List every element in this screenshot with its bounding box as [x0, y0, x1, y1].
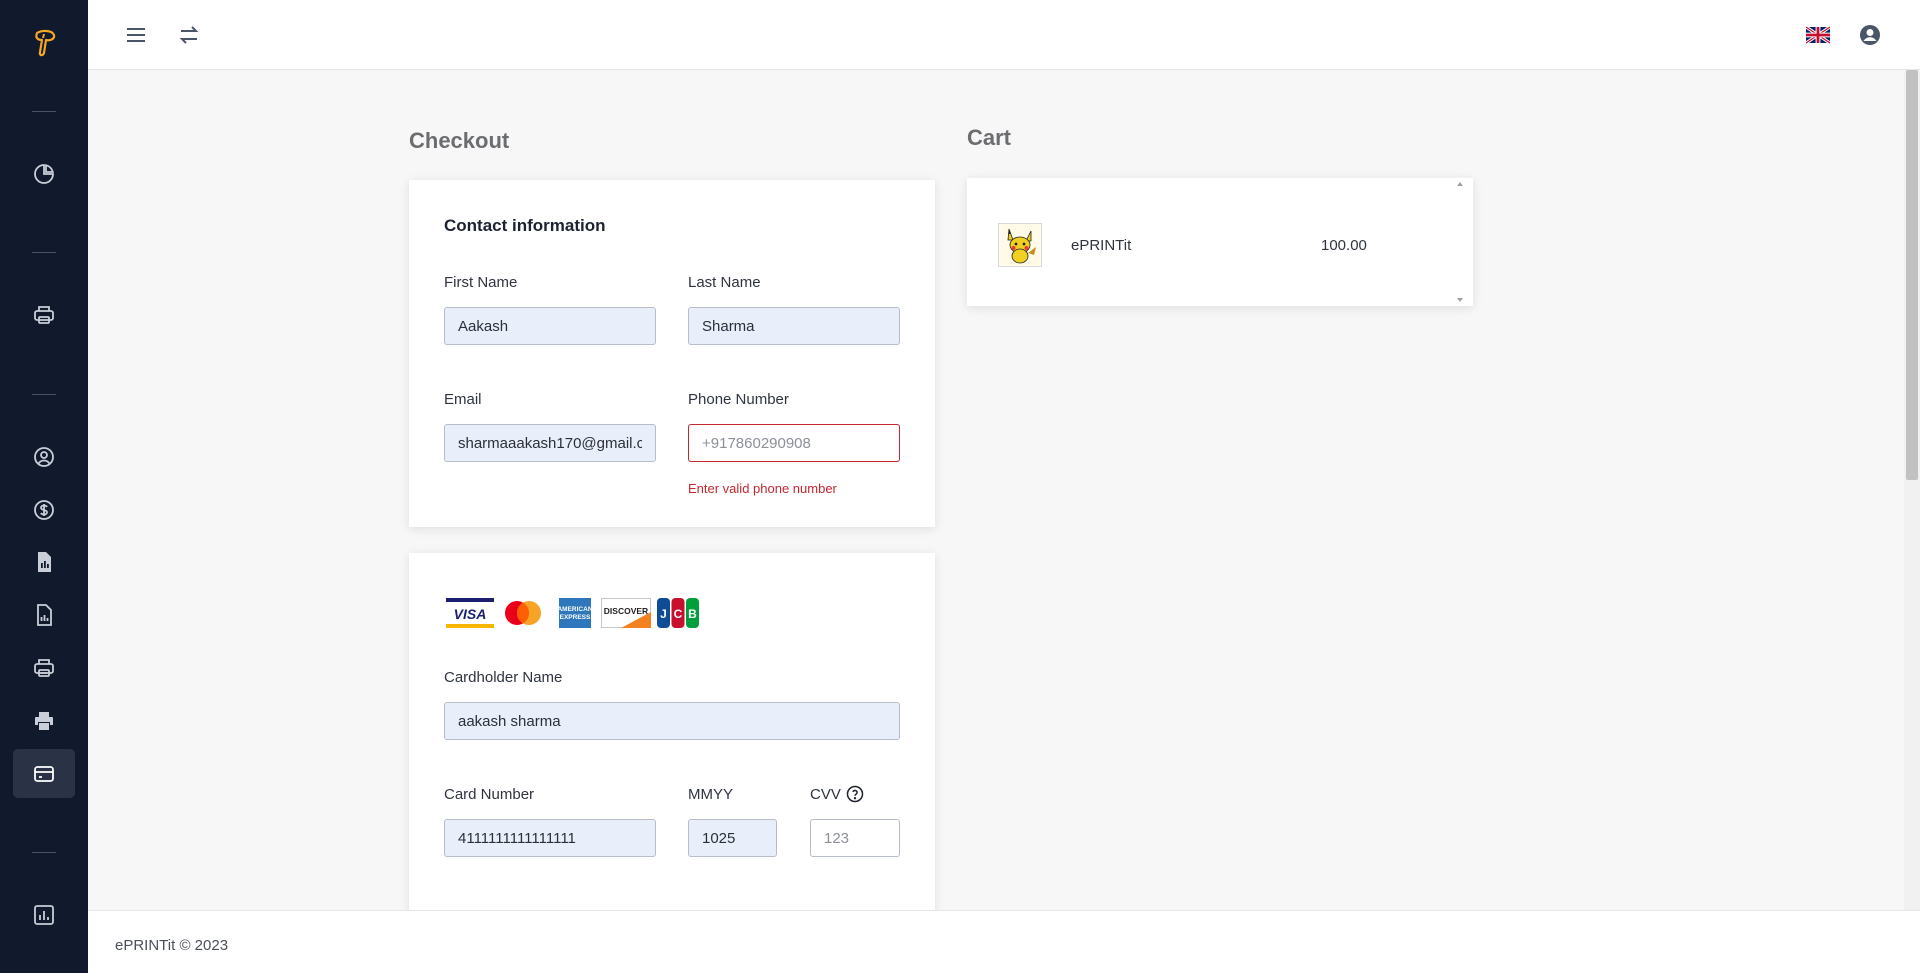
jcb-logo: J C B [656, 597, 700, 629]
hamburger-icon[interactable] [121, 20, 151, 50]
email-label: Email [444, 391, 482, 408]
card-number-input[interactable] [444, 819, 656, 857]
sidebar-divider [32, 252, 56, 253]
question-circle-icon[interactable] [846, 785, 864, 803]
sidebar-divider [32, 852, 56, 853]
phone-input[interactable] [688, 424, 900, 462]
printer-icon[interactable] [26, 297, 62, 333]
credit-card-icon[interactable] [26, 756, 62, 792]
first-name-input[interactable] [444, 307, 656, 345]
checkout-title: Checkout [409, 128, 510, 153]
cart-item-price: 100.00 [1321, 237, 1367, 254]
sidebar [0, 0, 88, 973]
svg-text:AMERICAN: AMERICAN [559, 606, 591, 613]
svg-text:VISA: VISA [454, 606, 487, 622]
report-file-icon[interactable] [26, 544, 62, 580]
printer-filled-icon[interactable] [26, 703, 62, 739]
email-input[interactable] [444, 424, 656, 462]
amex-logo: AMERICAN EXPRESS [559, 597, 591, 629]
phone-label: Phone Number [688, 391, 789, 408]
svg-text:B: B [688, 607, 697, 621]
mastercard-logo [500, 597, 546, 629]
first-name-label: First Name [444, 274, 518, 291]
pie-chart-icon[interactable] [26, 156, 62, 192]
sidebar-divider [32, 111, 56, 112]
discover-logo: DISCOVER [601, 597, 651, 629]
footer: ePRINTit © 2023 [88, 910, 1920, 973]
cart-title: Cart [967, 125, 1012, 150]
cvv-input[interactable] [810, 819, 900, 857]
cart-item-name: ePRINTit [1071, 237, 1132, 254]
cart-card [967, 178, 1473, 306]
visa-logo: VISA [446, 597, 494, 629]
svg-text:EXPRESS: EXPRESS [560, 614, 591, 621]
swap-arrows-icon[interactable] [174, 20, 204, 50]
svg-text:J: J [660, 607, 667, 621]
page-scrollbar-thumb[interactable] [1906, 70, 1918, 480]
user-circle-icon[interactable] [26, 439, 62, 475]
bar-chart-icon[interactable] [26, 897, 62, 933]
mmyy-input[interactable] [688, 819, 777, 857]
cart-scrollbar[interactable] [1453, 178, 1467, 306]
eprintit-logo-icon[interactable] [28, 27, 60, 59]
last-name-input[interactable] [688, 307, 900, 345]
cvv-label: CVV [810, 786, 841, 803]
sidebar-divider [32, 394, 56, 395]
pikachu-thumbnail [998, 223, 1042, 267]
top-header [88, 0, 1920, 70]
dollar-circle-icon[interactable] [26, 492, 62, 528]
card-number-label: Card Number [444, 786, 535, 803]
printer-outline-icon[interactable] [26, 650, 62, 686]
chart-file-icon[interactable] [26, 597, 62, 633]
svg-text:C: C [674, 607, 683, 621]
uk-flag-icon[interactable] [1803, 20, 1833, 50]
last-name-label: Last Name [688, 274, 761, 291]
footer-copyright: ePRINTit © 2023 [115, 937, 229, 954]
account-icon[interactable] [1855, 20, 1885, 50]
phone-error-text: Enter valid phone number [688, 481, 837, 496]
cardholder-label: Cardholder Name [444, 669, 563, 686]
contact-card-title: Contact information [444, 216, 606, 235]
mmyy-label: MMYY [688, 786, 733, 803]
contact-card: Contact information First Name Last Name… [409, 180, 935, 527]
cardholder-input[interactable] [444, 702, 900, 740]
svg-text:DISCOVER: DISCOVER [604, 606, 648, 616]
